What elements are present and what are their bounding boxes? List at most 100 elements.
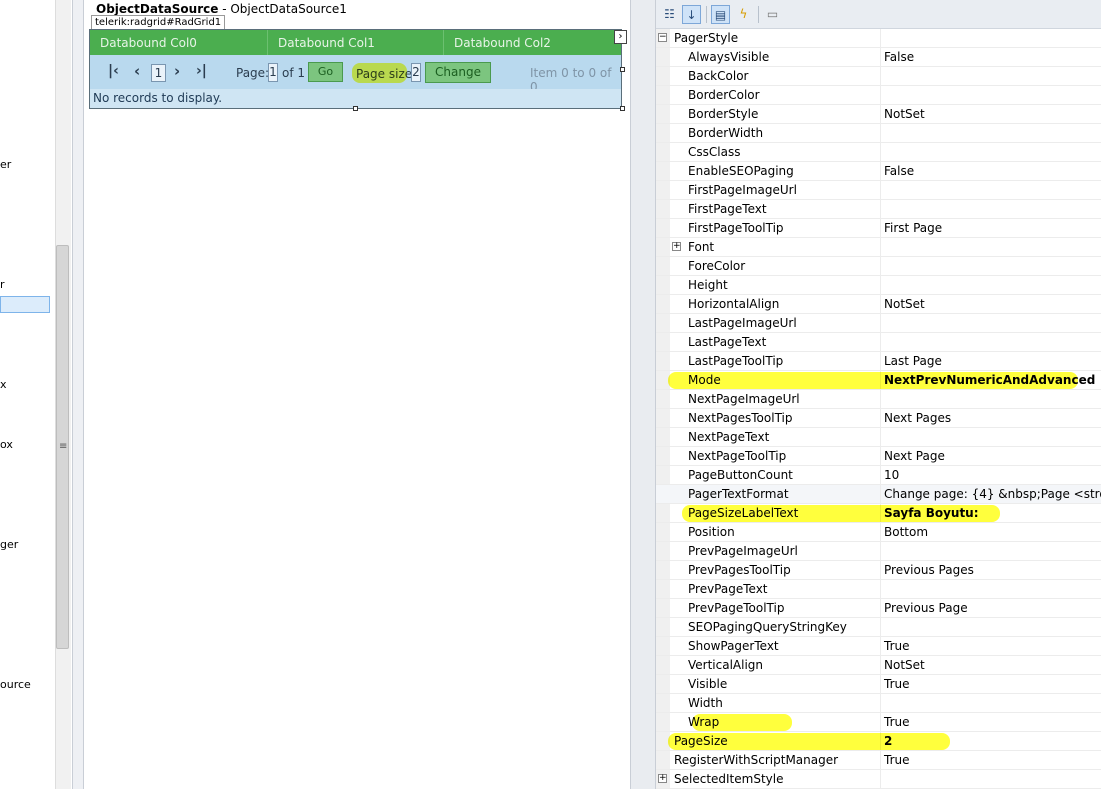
property-value[interactable] xyxy=(880,86,1101,105)
resize-handle[interactable] xyxy=(620,106,625,111)
property-value[interactable]: Last Page xyxy=(880,352,1101,371)
property-row[interactable]: PrevPageText xyxy=(656,580,1101,599)
property-value[interactable] xyxy=(880,333,1101,352)
property-value[interactable]: NotSet xyxy=(880,656,1101,675)
property-row[interactable]: Height xyxy=(656,276,1101,295)
page-number-input[interactable]: 1 xyxy=(268,63,278,82)
current-page-number[interactable]: 1 xyxy=(151,64,166,82)
page-size-input[interactable]: 2 xyxy=(411,63,421,82)
properties-icon[interactable]: ▤ xyxy=(711,5,730,24)
property-row[interactable]: BorderWidth xyxy=(656,124,1101,143)
property-value[interactable] xyxy=(880,67,1101,86)
object-data-source-control[interactable]: ObjectDataSource - ObjectDataSource1 xyxy=(96,2,347,16)
property-row[interactable]: BorderColor xyxy=(656,86,1101,105)
property-value[interactable] xyxy=(880,124,1101,143)
property-row[interactable]: ShowPagerText True xyxy=(656,637,1101,656)
property-value[interactable]: 10 xyxy=(880,466,1101,485)
property-value[interactable] xyxy=(880,200,1101,219)
property-value[interactable]: False xyxy=(880,48,1101,67)
property-value[interactable]: Previous Pages xyxy=(880,561,1101,580)
property-value[interactable] xyxy=(880,428,1101,447)
first-page-icon[interactable]: |‹ xyxy=(108,63,119,79)
toolbox-item[interactable]: r xyxy=(0,278,5,291)
property-row[interactable]: ForeColor xyxy=(656,257,1101,276)
property-row[interactable]: HorizontalAlign NotSet xyxy=(656,295,1101,314)
design-surface[interactable] xyxy=(84,0,630,789)
property-value[interactable]: NotSet xyxy=(880,295,1101,314)
events-icon[interactable]: ϟ xyxy=(734,5,753,24)
resize-handle[interactable] xyxy=(353,106,358,111)
toolbox-item[interactable]: x xyxy=(0,378,7,391)
property-row[interactable]: LastPageToolTip Last Page xyxy=(656,352,1101,371)
property-value[interactable] xyxy=(880,238,1101,257)
property-value[interactable] xyxy=(880,770,1101,789)
grid-smarttag-icon[interactable]: › xyxy=(614,30,627,44)
column-header[interactable]: Databound Col2 xyxy=(444,30,621,55)
property-value[interactable]: True xyxy=(880,751,1101,770)
property-value[interactable] xyxy=(880,542,1101,561)
property-row[interactable]: BackColor xyxy=(656,67,1101,86)
property-row[interactable]: PagerTextFormat Change page: {4} &nbsp;Pa… xyxy=(656,485,1101,504)
column-header[interactable]: Databound Col0 xyxy=(90,30,268,55)
property-row[interactable]: FirstPageImageUrl xyxy=(656,181,1101,200)
prev-page-icon[interactable]: ‹ xyxy=(134,62,140,80)
property-row[interactable]: Visible True xyxy=(656,675,1101,694)
toolbox-item[interactable]: er xyxy=(0,158,11,171)
property-value[interactable]: Next Pages xyxy=(880,409,1101,428)
property-row[interactable]: CssClass xyxy=(656,143,1101,162)
property-row[interactable]: − PagerStyle xyxy=(656,29,1101,48)
property-row[interactable]: BorderStyle NotSet xyxy=(656,105,1101,124)
property-row[interactable]: AlwaysVisible False xyxy=(656,48,1101,67)
property-row[interactable]: LastPageText xyxy=(656,333,1101,352)
property-row[interactable]: NextPageImageUrl xyxy=(656,390,1101,409)
property-value[interactable]: First Page xyxy=(880,219,1101,238)
property-row[interactable]: RegisterWithScriptManager True xyxy=(656,751,1101,770)
expand-icon[interactable]: + xyxy=(672,242,681,251)
property-row[interactable]: NextPageToolTip Next Page xyxy=(656,447,1101,466)
next-page-icon[interactable]: › xyxy=(174,62,180,80)
property-value[interactable]: Bottom xyxy=(880,523,1101,542)
property-value[interactable]: Change page: {4} &nbsp;Page <strong>{0 xyxy=(880,485,1101,504)
property-row[interactable]: SEOPagingQueryStringKey xyxy=(656,618,1101,637)
alphabetical-icon[interactable]: ↓ xyxy=(682,5,701,24)
property-row[interactable]: EnableSEOPaging False xyxy=(656,162,1101,181)
categorized-icon[interactable]: ☷ xyxy=(660,5,679,24)
toolbox-item[interactable]: ox xyxy=(0,438,13,451)
property-value[interactable]: True xyxy=(880,675,1101,694)
property-value[interactable]: True xyxy=(880,713,1101,732)
resize-handle[interactable] xyxy=(620,67,625,72)
property-value[interactable] xyxy=(880,618,1101,637)
property-row[interactable]: Position Bottom xyxy=(656,523,1101,542)
property-row[interactable]: PrevPageToolTip Previous Page xyxy=(656,599,1101,618)
property-row[interactable]: + SelectedItemStyle xyxy=(656,770,1101,789)
property-row[interactable]: Width xyxy=(656,694,1101,713)
property-value[interactable]: Next Page xyxy=(880,447,1101,466)
column-header[interactable]: Databound Col1 xyxy=(268,30,444,55)
property-pages-icon[interactable]: ▭ xyxy=(763,5,782,24)
property-row[interactable]: FirstPageToolTip First Page xyxy=(656,219,1101,238)
property-value[interactable] xyxy=(880,314,1101,333)
property-value[interactable] xyxy=(880,181,1101,200)
property-value[interactable]: True xyxy=(880,637,1101,656)
go-button[interactable]: Go xyxy=(308,62,343,82)
property-row[interactable]: LastPageImageUrl xyxy=(656,314,1101,333)
property-value[interactable] xyxy=(880,276,1101,295)
property-value[interactable] xyxy=(880,143,1101,162)
property-row[interactable]: + Font xyxy=(656,238,1101,257)
property-value[interactable]: Previous Page xyxy=(880,599,1101,618)
toolbox-item[interactable]: ource xyxy=(0,678,31,691)
property-row[interactable]: FirstPageText xyxy=(656,200,1101,219)
collapse-icon[interactable]: − xyxy=(658,33,667,42)
property-value[interactable] xyxy=(880,257,1101,276)
property-value[interactable]: NotSet xyxy=(880,105,1101,124)
property-row[interactable]: NextPagesToolTip Next Pages xyxy=(656,409,1101,428)
change-button[interactable]: Change xyxy=(425,62,491,83)
last-page-icon[interactable]: ›| xyxy=(196,63,207,79)
toolbox-item[interactable]: ger xyxy=(0,538,18,551)
property-value[interactable] xyxy=(880,694,1101,713)
toolbox-selected-item[interactable] xyxy=(0,296,50,313)
property-row[interactable]: PageButtonCount 10 xyxy=(656,466,1101,485)
property-value[interactable] xyxy=(880,580,1101,599)
expand-icon[interactable]: + xyxy=(658,774,667,783)
property-value[interactable] xyxy=(880,390,1101,409)
